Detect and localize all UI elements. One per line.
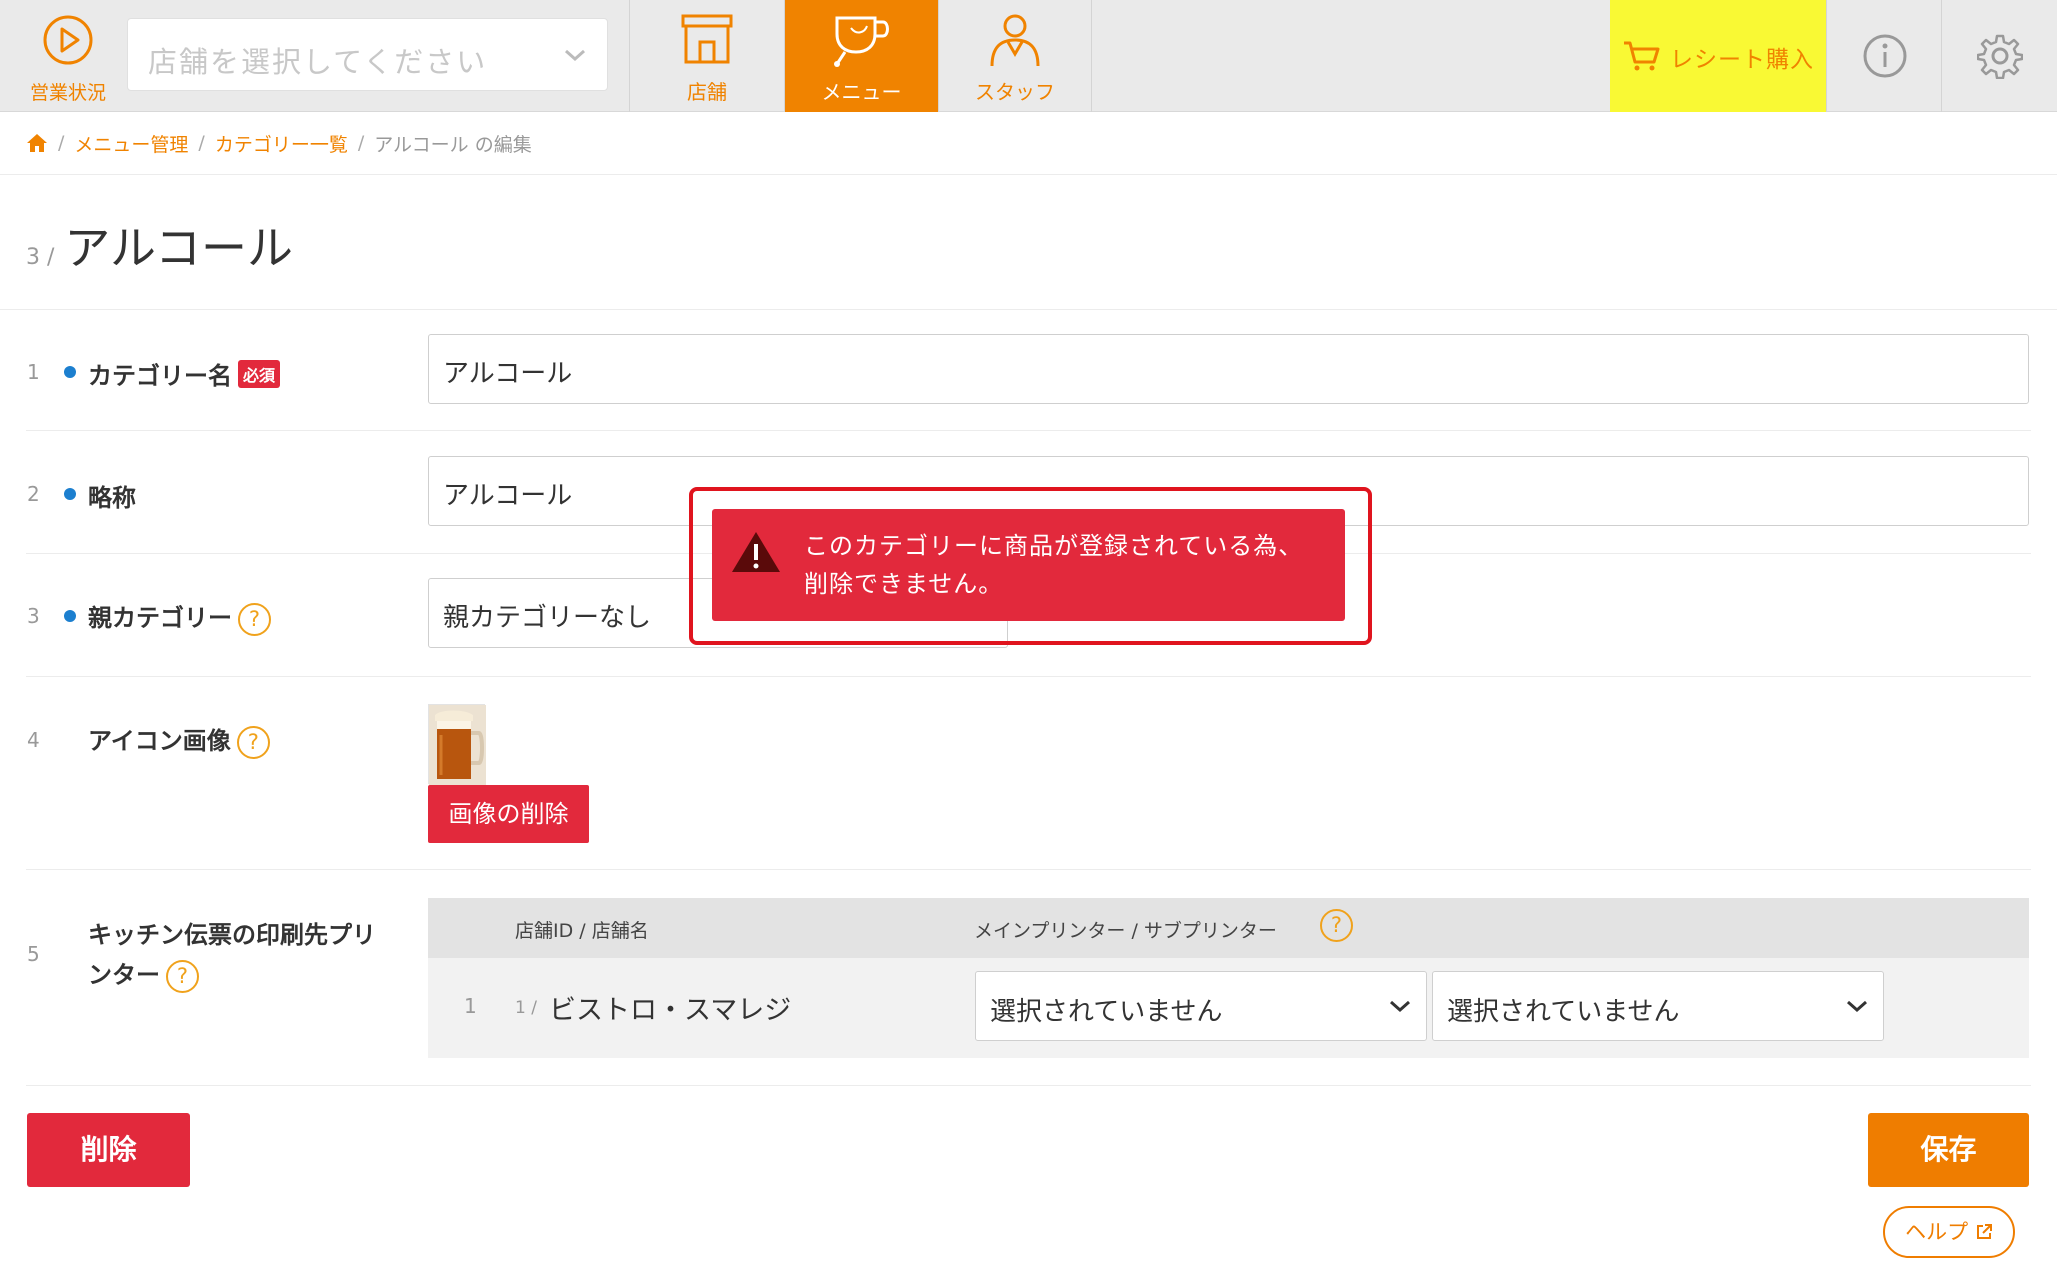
row-number: 4 — [27, 728, 40, 752]
row-number: 2 — [27, 482, 40, 506]
save-button[interactable]: 保存 — [1868, 1113, 2029, 1187]
tab-menu[interactable]: メニュー — [784, 0, 938, 112]
divider — [26, 869, 2031, 870]
external-link-icon — [1976, 1224, 1992, 1239]
required-dot — [64, 488, 76, 500]
required-dot — [64, 610, 76, 622]
business-status-label: 営業状況 — [29, 82, 106, 104]
page-title-number: 3 / — [26, 245, 55, 270]
settings-button[interactable] — [1941, 0, 2057, 112]
divider — [0, 174, 2057, 175]
business-status-button[interactable]: 営業状況 — [20, 12, 116, 104]
page-title-text: アルコール — [64, 221, 294, 275]
printer-table: 店舗ID / 店舗名 メインプリンター / サブプリンター ? 1 1 / ビス… — [428, 898, 2029, 1058]
home-icon[interactable] — [26, 133, 48, 153]
chevron-down-icon — [565, 49, 585, 62]
store-select-placeholder: 店舗を選択してください — [148, 45, 488, 79]
beer-image — [428, 704, 486, 785]
help-icon[interactable]: ? — [1320, 909, 1353, 942]
beer-mug-icon — [429, 705, 486, 785]
receipt-purchase-label: レシート購入 — [1670, 47, 1814, 73]
store-name: ビストロ・スマレジ — [549, 995, 792, 1026]
breadcrumb-current: アルコール の編集 — [374, 133, 532, 156]
cart-icon — [1624, 41, 1660, 71]
error-alert: このカテゴリーに商品が登録されている為、 削除できません。 — [712, 509, 1345, 621]
warning-icon — [732, 532, 780, 572]
error-alert-message: このカテゴリーに商品が登録されている為、 削除できません。 — [804, 532, 1304, 598]
divider — [26, 430, 2031, 431]
required-badge: 必須 — [238, 360, 281, 388]
row-number: 1 — [27, 360, 40, 384]
gear-icon — [1977, 34, 2023, 79]
help-icon[interactable]: ? — [238, 603, 271, 636]
tab-store-label: 店舗 — [687, 80, 727, 104]
help-icon[interactable]: ? — [236, 726, 270, 759]
parent-category-label: 親カテゴリー? — [88, 598, 271, 636]
top-navigation-bar: 営業状況 店舗を選択してください 店舗 メニュー スタッフ レシート購入 — [0, 0, 2057, 112]
category-name-label: カテゴリー名 必須 — [88, 356, 281, 391]
info-button[interactable] — [1826, 0, 1941, 112]
play-circle-icon — [43, 15, 93, 65]
icon-image-label: アイコン画像? — [88, 721, 270, 759]
store-select[interactable]: 店舗を選択してください — [127, 18, 608, 91]
divider — [26, 1085, 2031, 1086]
row-number: 3 — [27, 604, 40, 628]
column-store: 店舗ID / 店舗名 — [515, 920, 649, 942]
tab-staff[interactable]: スタッフ — [938, 0, 1092, 112]
breadcrumb: / メニュー管理 / カテゴリー一覧 / アルコール の編集 — [26, 128, 532, 158]
table-row-number: 1 — [464, 994, 477, 1018]
help-icon[interactable]: ? — [166, 960, 199, 993]
breadcrumb-menu-management[interactable]: メニュー管理 — [74, 130, 188, 157]
tab-menu-label: メニュー — [821, 80, 902, 104]
divider — [26, 676, 2031, 677]
abbreviation-label: 略称 — [88, 484, 136, 512]
info-icon — [1863, 34, 1907, 78]
delete-button[interactable]: 削除 — [27, 1113, 190, 1187]
help-button[interactable]: ヘルプ — [1883, 1206, 2015, 1258]
chevron-down-icon — [1390, 1000, 1410, 1013]
receipt-purchase-button[interactable]: レシート購入 — [1610, 0, 1826, 112]
sub-printer-select[interactable]: 選択されていません — [1432, 971, 1884, 1041]
store-id: 1 / — [515, 998, 537, 1018]
store-icon — [681, 14, 733, 64]
tab-store[interactable]: 店舗 — [629, 0, 784, 112]
category-name-input[interactable]: アルコール — [428, 334, 2029, 404]
chevron-down-icon — [1847, 1000, 1867, 1013]
row-number: 5 — [27, 942, 40, 966]
breadcrumb-category-list[interactable]: カテゴリー一覧 — [215, 130, 348, 157]
divider — [0, 309, 2057, 310]
kitchen-printer-label: キッチン伝票の印刷先プリ ンター? — [88, 915, 376, 995]
column-printer: メインプリンター / サブプリンター — [974, 920, 1277, 942]
page-title: 3 / アルコール — [26, 212, 293, 278]
required-dot — [64, 366, 76, 378]
printer-table-header: 店舗ID / 店舗名 メインプリンター / サブプリンター ? — [428, 898, 2029, 958]
main-printer-select[interactable]: 選択されていません — [975, 971, 1427, 1041]
cup-icon — [833, 16, 889, 67]
staff-icon — [990, 14, 1040, 67]
delete-image-button[interactable]: 画像の削除 — [428, 785, 589, 843]
tab-staff-label: スタッフ — [975, 80, 1055, 104]
